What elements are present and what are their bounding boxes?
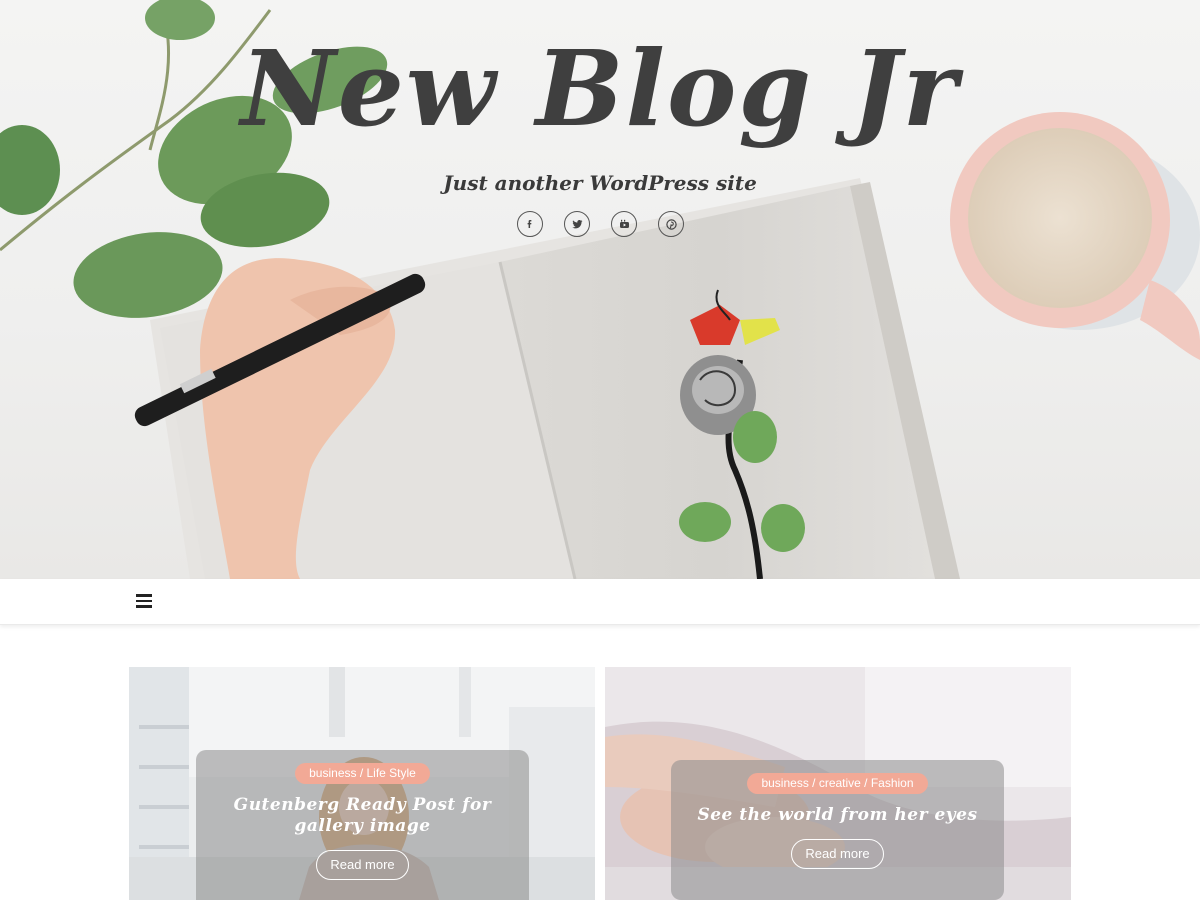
- site-tagline: Just another WordPress site: [443, 171, 757, 195]
- post-title[interactable]: Gutenberg Ready Post for gallery image: [213, 795, 513, 837]
- post-overlay: business / Life Style Gutenberg Ready Po…: [196, 750, 529, 900]
- pinterest-icon[interactable]: [658, 211, 684, 237]
- youtube-icon[interactable]: [611, 211, 637, 237]
- site-header-hero: New Blog Jr Just another WordPress site: [0, 0, 1200, 579]
- post-categories: business / Life Style: [295, 763, 430, 784]
- post-card: business / creative / Fashion See the wo…: [605, 667, 1071, 900]
- category-links[interactable]: business / creative / Fashion: [761, 776, 913, 790]
- post-overlay: business / creative / Fashion See the wo…: [671, 760, 1004, 900]
- main-navigation-bar: [0, 579, 1200, 625]
- twitter-icon[interactable]: [564, 211, 590, 237]
- post-card: business / Life Style Gutenberg Ready Po…: [129, 667, 595, 900]
- site-title[interactable]: New Blog Jr: [0, 14, 1200, 164]
- hamburger-menu-icon[interactable]: [136, 594, 152, 608]
- post-title[interactable]: See the world from her eyes: [688, 805, 988, 826]
- read-more-button[interactable]: Read more: [791, 839, 884, 869]
- post-categories: business / creative / Fashion: [747, 773, 928, 794]
- social-links: [517, 211, 684, 237]
- category-links[interactable]: business / Life Style: [309, 766, 416, 780]
- read-more-button[interactable]: Read more: [316, 850, 409, 880]
- facebook-icon[interactable]: [517, 211, 543, 237]
